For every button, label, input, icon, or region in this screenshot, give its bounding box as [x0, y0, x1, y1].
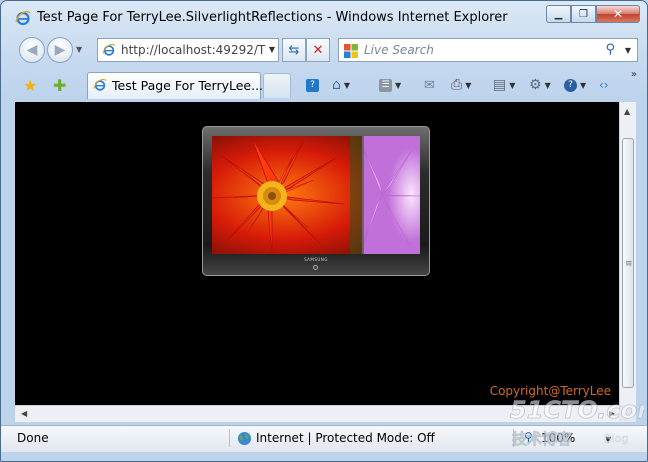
browser-window: Test Page For TerryLee.SilverlightReflec… — [0, 0, 648, 462]
stop-button[interactable]: ✕ — [306, 38, 330, 62]
security-zone[interactable]: Internet | Protected Mode: Off — [256, 431, 435, 445]
address-dropdown-icon[interactable]: ▼ — [269, 45, 275, 54]
vertical-scrollbar[interactable]: ▲ ≡ — [619, 102, 636, 405]
scroll-right-icon[interactable]: ▶ — [609, 409, 615, 418]
quick-tabs-button[interactable]: ? — [306, 76, 319, 94]
page-icon: ▤ — [493, 77, 507, 93]
tab-label: Test Page For TerryLee.... — [112, 78, 268, 93]
tv-frame: SAMSUNG — [202, 126, 430, 276]
feeds-button[interactable]: ☰ ▼ — [379, 76, 401, 94]
status-text: Done — [17, 431, 49, 445]
help-button[interactable]: ? ▼ — [564, 76, 586, 94]
research-button[interactable]: ‹› — [599, 76, 609, 94]
close-icon: ✕ — [612, 7, 624, 21]
page-ie-icon — [102, 43, 116, 56]
scroll-thumb[interactable]: ≡ — [622, 138, 634, 388]
search-icon[interactable]: ⚲ — [605, 42, 615, 57]
search-input[interactable]: Live Search — [364, 43, 434, 57]
page-menu-button[interactable]: ▤ ▼ — [493, 76, 515, 94]
quick-tabs-icon: ? — [306, 78, 319, 92]
address-input[interactable]: http://localhost:49292/T — [121, 43, 266, 57]
tab-bar: ★ ✚ Test Page For TerryLee.... ? ⌂ ▼ ☰ ▼ ✉… — [1, 68, 647, 101]
feeds-dropdown-icon[interactable]: ▼ — [395, 81, 401, 90]
minimize-icon: ▁ — [554, 8, 563, 20]
maximize-button[interactable]: ❐ — [571, 5, 596, 23]
stop-icon: ✕ — [312, 42, 324, 58]
home-button[interactable]: ⌂ ▼ — [332, 76, 350, 94]
forward-arrow-icon: ▶ — [54, 42, 66, 58]
scroll-left-icon[interactable]: ◀ — [21, 409, 27, 418]
back-button[interactable]: ◀ — [19, 37, 45, 63]
mail-button[interactable]: ✉ — [424, 76, 435, 94]
new-tab-button[interactable] — [263, 73, 291, 98]
tv-screen-image — [212, 136, 420, 254]
zoom-level[interactable]: 100% — [541, 431, 575, 445]
home-dropdown-icon[interactable]: ▼ — [344, 81, 350, 90]
grip-icon: ≡ — [625, 259, 633, 269]
rss-icon: ☰ — [379, 78, 392, 92]
refresh-button[interactable]: ⇆ — [282, 38, 306, 62]
zoom-icon[interactable]: ⚲ — [524, 430, 533, 444]
live-search-logo-icon — [344, 44, 358, 58]
star-icon[interactable]: ★ — [23, 76, 37, 95]
title-bar: Test Page For TerryLee.SilverlightReflec… — [1, 1, 647, 35]
gear-icon: ⚙ — [529, 77, 542, 93]
toolbar-overflow-icon[interactable]: » — [631, 69, 637, 80]
copyright-text: Copyright@TerryLee — [489, 384, 611, 398]
close-button[interactable]: ✕ — [596, 5, 640, 23]
tab-ie-icon — [93, 78, 107, 91]
zoom-dropdown-icon[interactable]: ▼ — [605, 435, 611, 444]
refresh-icon: ⇆ — [288, 42, 300, 58]
mail-icon: ✉ — [424, 77, 435, 93]
help-dropdown-icon[interactable]: ▼ — [580, 81, 586, 90]
scroll-up-icon[interactable]: ▲ — [624, 107, 630, 116]
power-icon — [313, 265, 318, 270]
search-options-dropdown[interactable]: ▼ — [625, 46, 631, 55]
print-icon: ⎙ — [451, 77, 463, 93]
print-button[interactable]: ⎙ ▼ — [451, 76, 471, 94]
flower-picture — [212, 136, 420, 254]
address-bar[interactable]: http://localhost:49292/T ▼ — [97, 38, 279, 62]
globe-icon — [237, 431, 252, 446]
research-icon: ‹› — [599, 78, 609, 92]
recent-pages-dropdown[interactable]: ▼ — [76, 45, 82, 54]
tv-brand: SAMSUNG — [304, 257, 328, 262]
page-dropdown-icon[interactable]: ▼ — [509, 81, 515, 90]
back-arrow-icon: ◀ — [26, 42, 38, 58]
navigation-bar: ◀ ▶ ▼ http://localhost:49292/T ▼ ⇆ ✕ Liv… — [1, 35, 647, 67]
search-box[interactable]: Live Search ⚲ ▼ — [338, 38, 638, 62]
status-divider — [513, 429, 514, 447]
ie-icon — [15, 11, 31, 26]
minimize-button[interactable]: ▁ — [546, 5, 571, 23]
window-controls: ▁ ❐ ✕ — [546, 5, 640, 23]
status-divider — [229, 429, 230, 447]
print-dropdown-icon[interactable]: ▼ — [465, 81, 471, 90]
maximize-icon: ❐ — [579, 8, 588, 20]
help-icon: ? — [564, 78, 577, 92]
window-title: Test Page For TerryLee.SilverlightReflec… — [37, 10, 508, 25]
add-favorite-icon[interactable]: ✚ — [53, 76, 66, 95]
tools-menu-button[interactable]: ⚙ ▼ — [529, 76, 551, 94]
page-content: SAMSUNG Copyright@TerryLee — [15, 102, 619, 405]
home-icon: ⌂ — [332, 77, 341, 93]
tab-test-page[interactable]: Test Page For TerryLee.... — [87, 72, 267, 99]
horizontal-scrollbar[interactable]: ◀ ▶ — [15, 405, 619, 422]
scrollbar-corner — [619, 405, 636, 422]
status-bar: Done Internet | Protected Mode: Off ⚲ 10… — [1, 425, 647, 452]
forward-button[interactable]: ▶ — [47, 37, 73, 63]
tools-dropdown-icon[interactable]: ▼ — [545, 81, 551, 90]
